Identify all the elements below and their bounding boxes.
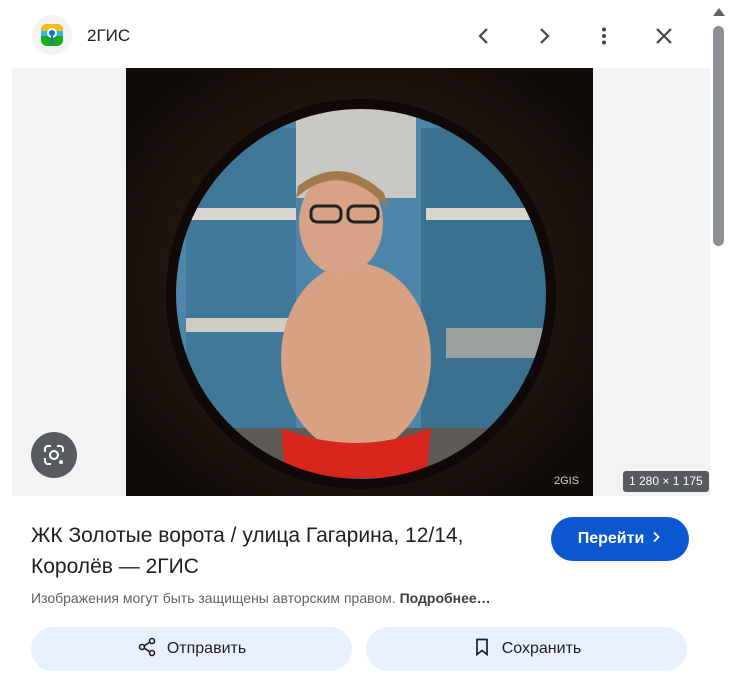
chevron-right-icon[interactable] bbox=[526, 18, 562, 54]
viewer-header: 2ГИС bbox=[12, 4, 710, 68]
visit-button[interactable]: Перейти bbox=[551, 517, 689, 561]
bookmark-icon bbox=[472, 637, 492, 662]
google-lens-icon[interactable] bbox=[31, 432, 77, 478]
scroll-up-arrow-icon[interactable] bbox=[713, 8, 725, 16]
save-label: Сохранить bbox=[501, 640, 582, 657]
share-icon bbox=[137, 637, 157, 662]
share-button[interactable]: Отправить bbox=[31, 627, 352, 671]
image-preview-area: 2GIS 1 280 × 1 175 bbox=[12, 68, 710, 496]
2gis-logo-icon[interactable] bbox=[32, 15, 72, 55]
scrollbar-thumb[interactable] bbox=[713, 26, 724, 246]
image-viewer-panel: 2ГИС 2GIS 1 280 × 1 175 ЖК Золотые ворот… bbox=[12, 4, 710, 694]
learn-more-link[interactable]: Подробнее… bbox=[400, 590, 491, 606]
share-label: Отправить bbox=[166, 640, 247, 657]
source-name[interactable]: 2ГИС bbox=[87, 26, 130, 46]
close-icon[interactable] bbox=[646, 18, 682, 54]
preview-photo[interactable]: 2GIS bbox=[126, 68, 593, 496]
copyright-text: Изображения могут быть защищены авторски… bbox=[31, 590, 396, 606]
chevron-right-icon bbox=[650, 530, 662, 548]
result-title[interactable]: ЖК Золотые ворота / улица Гагарина, 12/1… bbox=[31, 520, 501, 582]
visit-label: Перейти bbox=[577, 530, 645, 547]
image-dimensions: 1 280 × 1 175 bbox=[623, 471, 709, 492]
more-vert-icon[interactable] bbox=[586, 18, 622, 54]
photo-watermark: 2GIS bbox=[554, 475, 579, 487]
save-button[interactable]: Сохранить bbox=[366, 627, 687, 671]
chevron-left-icon[interactable] bbox=[466, 18, 502, 54]
copyright-notice: Изображения могут быть защищены авторски… bbox=[31, 590, 491, 606]
